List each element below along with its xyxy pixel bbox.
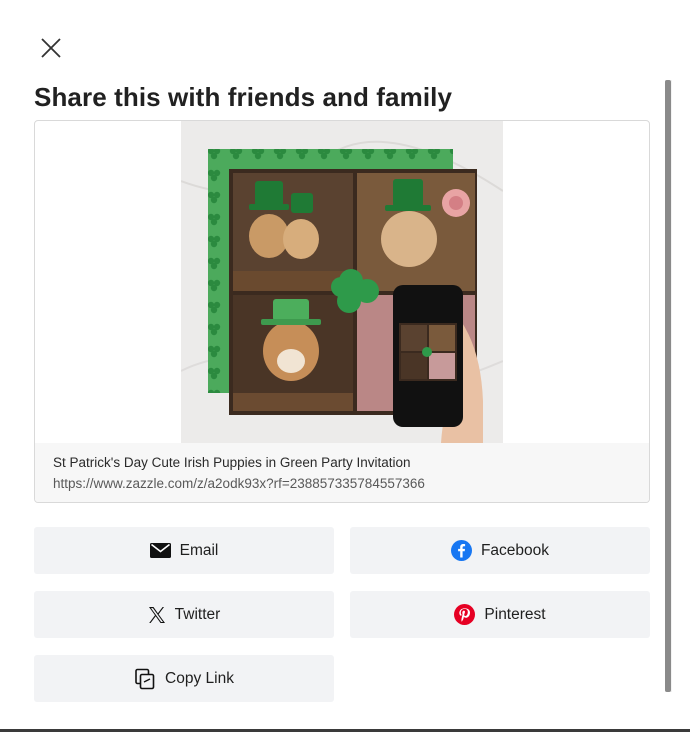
close-button[interactable] xyxy=(36,33,66,63)
twitter-share-label: Twitter xyxy=(174,605,221,623)
product-preview-card[interactable]: St Patrick's Day Cute Irish Puppies in G… xyxy=(34,120,650,503)
copy-link-icon xyxy=(134,668,156,690)
product-image xyxy=(180,121,504,443)
twitter-share-button[interactable]: Twitter xyxy=(34,591,334,638)
pinterest-share-label: Pinterest xyxy=(484,605,546,623)
email-share-label: Email xyxy=(179,541,219,559)
email-share-button[interactable]: Email xyxy=(34,527,334,574)
pinterest-icon xyxy=(454,604,476,625)
pinterest-share-button[interactable]: Pinterest xyxy=(350,591,650,638)
facebook-share-button[interactable]: Facebook xyxy=(350,527,650,574)
copy-link-label: Copy Link xyxy=(165,669,234,687)
scrollbar-thumb[interactable] xyxy=(665,80,671,692)
product-url: https://www.zazzle.com/z/a2odk93x?rf=238… xyxy=(53,476,425,491)
envelope-icon xyxy=(149,543,171,558)
product-info: St Patrick's Day Cute Irish Puppies in G… xyxy=(35,443,649,502)
dialog-title: Share this with friends and family xyxy=(34,82,453,112)
close-icon xyxy=(41,38,61,58)
product-name: St Patrick's Day Cute Irish Puppies in G… xyxy=(53,455,411,470)
x-twitter-icon xyxy=(148,606,166,624)
copy-link-button[interactable]: Copy Link xyxy=(34,655,334,702)
facebook-icon xyxy=(450,540,472,561)
facebook-share-label: Facebook xyxy=(480,541,550,559)
